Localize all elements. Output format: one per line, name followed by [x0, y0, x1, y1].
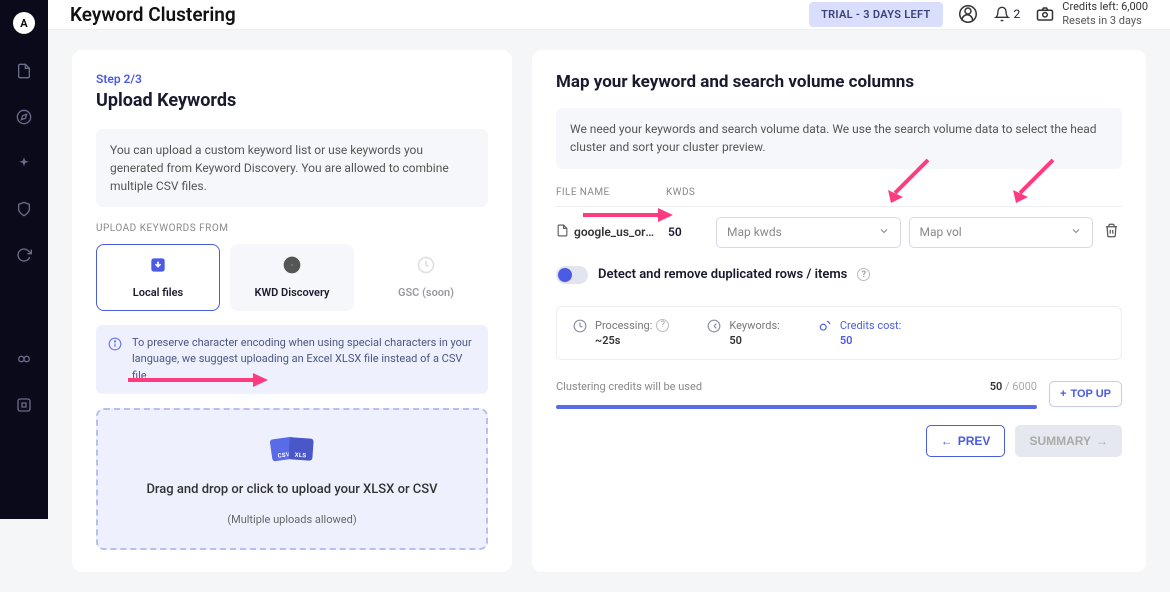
- tab-gsc: GSC (soon): [364, 244, 488, 311]
- sidebar: A: [0, 0, 48, 519]
- col-kwds: KWDS: [666, 187, 712, 198]
- credits-bar-label: Clustering credits will be used: [556, 380, 702, 393]
- file-table-header: FILE NAME KWDS: [556, 187, 1122, 207]
- topup-button[interactable]: +TOP UP: [1049, 381, 1122, 407]
- bell-icon: [993, 5, 1011, 23]
- nav-dashboard-icon[interactable]: [15, 396, 33, 414]
- map-kwds-select[interactable]: Map kwds: [716, 217, 901, 248]
- dedupe-toggle-label: Detect and remove duplicated rows / item…: [598, 267, 847, 282]
- credits-left-label: Credits left: 6,000: [1062, 0, 1148, 14]
- map-vol-placeholder: Map vol: [920, 225, 962, 239]
- credits-cost-label: Credits cost:: [840, 319, 901, 332]
- step-label: Step 2/3: [96, 72, 488, 86]
- chevron-down-icon: [1070, 225, 1082, 240]
- credits-cost-value: 50: [840, 334, 901, 347]
- processing-value: ~25s: [595, 334, 669, 347]
- notif-count: 2: [1014, 7, 1021, 21]
- nav-link-icon[interactable]: [15, 350, 33, 368]
- trial-badge[interactable]: TRIAL - 3 DAYS LEFT: [809, 2, 942, 27]
- plus-icon: +: [1060, 388, 1066, 400]
- stats-row: Processing: ? ~25s Keywords: 50: [556, 306, 1122, 360]
- chevron-down-icon: [878, 225, 890, 240]
- xls-file-icon: [288, 437, 313, 461]
- nav-shield-icon[interactable]: [15, 200, 33, 218]
- clock-icon: [573, 319, 587, 347]
- compass-icon: [282, 255, 302, 275]
- upload-card: Step 2/3 Upload Keywords You can upload …: [72, 50, 512, 573]
- mapping-info: We need your keywords and search volume …: [556, 108, 1122, 169]
- mapping-title: Map your keyword and search volume colum…: [556, 72, 1122, 92]
- credits-total-value: 6000: [1012, 380, 1037, 393]
- keywords-value: 50: [729, 334, 779, 347]
- encoding-note: To preserve character encoding when usin…: [96, 325, 488, 395]
- map-kwds-placeholder: Map kwds: [727, 225, 782, 239]
- dedupe-toggle[interactable]: [556, 266, 588, 284]
- credits-icon: [818, 319, 832, 347]
- nav-refresh-icon[interactable]: [15, 246, 33, 264]
- credits-used-value: 50: [990, 380, 1003, 393]
- keywords-icon: [707, 319, 721, 347]
- help-icon[interactable]: ?: [656, 319, 669, 332]
- camera-icon: [1036, 5, 1054, 23]
- arrow-right-icon: →: [1096, 434, 1108, 448]
- credits-reset-label: Resets in 3 days: [1062, 14, 1148, 28]
- download-icon: [148, 255, 168, 275]
- info-icon: [108, 337, 122, 385]
- nav-compass-icon[interactable]: [15, 108, 33, 126]
- file-type-icons: [271, 438, 313, 460]
- map-vol-select[interactable]: Map vol: [909, 217, 1094, 248]
- upload-title: Upload Keywords: [96, 90, 488, 111]
- user-icon[interactable]: [959, 5, 977, 23]
- upload-intro: You can upload a custom keyword list or …: [96, 129, 488, 207]
- tab-kwd-discovery[interactable]: KWD Discovery: [230, 244, 354, 311]
- arrow-left-icon: ←: [941, 434, 953, 448]
- credits-progress-bar: [556, 405, 1037, 409]
- summary-button: SUMMARY→: [1015, 425, 1122, 457]
- delete-file-button[interactable]: [1101, 220, 1122, 244]
- dropzone-subtext: (Multiple uploads allowed): [116, 513, 468, 526]
- file-kwds-count: 50: [668, 225, 708, 239]
- page-title: Keyword Clustering: [70, 3, 236, 26]
- tab-local-label: Local files: [133, 286, 183, 299]
- keywords-label: Keywords:: [729, 319, 779, 332]
- nav-document-icon[interactable]: [15, 62, 33, 80]
- mapping-card: Map your keyword and search volume colum…: [532, 50, 1146, 573]
- file-row: google_us_orga... 50 Map kwds Map vol: [556, 217, 1122, 248]
- credits-info[interactable]: Credits left: 6,000 Resets in 3 days: [1036, 0, 1148, 29]
- file-name: google_us_orga...: [574, 225, 660, 239]
- tab-gsc-label: GSC (soon): [398, 286, 454, 299]
- encoding-note-text: To preserve character encoding when usin…: [132, 335, 476, 385]
- upload-from-label: UPLOAD KEYWORDS FROM: [96, 223, 488, 234]
- gsc-icon: [416, 255, 436, 275]
- upload-dropzone[interactable]: Drag and drop or click to upload your XL…: [96, 408, 488, 550]
- help-icon[interactable]: ?: [857, 268, 870, 281]
- notifications[interactable]: 2: [993, 5, 1021, 23]
- dropzone-text: Drag and drop or click to upload your XL…: [116, 482, 468, 497]
- tab-discovery-label: KWD Discovery: [255, 286, 330, 299]
- document-icon: [556, 224, 569, 240]
- credits-bar-sep: /: [1002, 380, 1012, 393]
- topbar: Keyword Clustering TRIAL - 3 DAYS LEFT 2…: [48, 0, 1170, 30]
- tab-local-files[interactable]: Local files: [96, 244, 220, 311]
- app-logo[interactable]: A: [13, 12, 35, 34]
- nav-sparkle-icon[interactable]: [15, 154, 33, 172]
- col-filename: FILE NAME: [556, 187, 666, 198]
- processing-label: Processing:: [595, 319, 652, 332]
- prev-button[interactable]: ←PREV: [926, 425, 1006, 457]
